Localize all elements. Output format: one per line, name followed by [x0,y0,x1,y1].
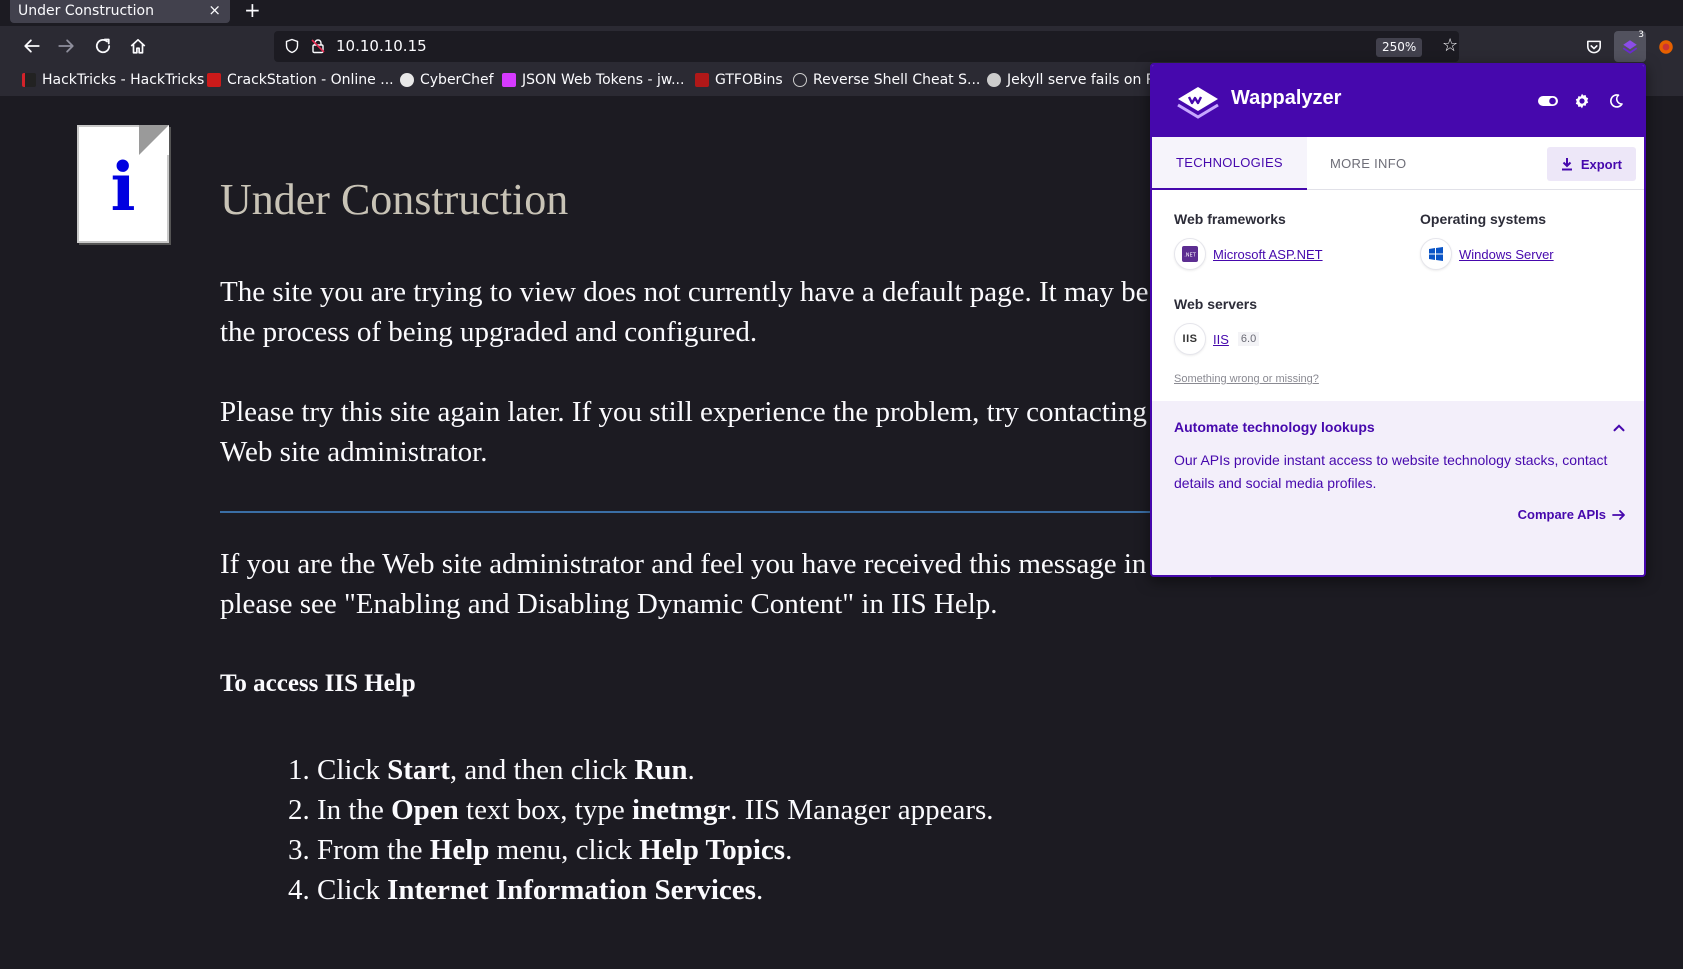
insecure-lock-icon[interactable] [310,38,326,54]
arrow-left-icon [24,39,40,53]
back-button[interactable] [20,34,44,58]
reload-button[interactable] [91,34,115,58]
bookmark-star-icon[interactable]: ☆ [1442,37,1458,55]
pocket-icon [1587,40,1601,53]
bookmark-hacktricks[interactable]: HackTricks - HackTricks [22,72,204,88]
navigation-toolbar: 10.10.10.15 250% ☆ 3 [0,26,1683,66]
tab-more-info[interactable]: MORE INFO [1330,137,1406,190]
tech-windows-server: Windows Server [1420,238,1554,270]
zoom-level-badge[interactable]: 250% [1376,38,1423,57]
tab-title: Under Construction [18,3,154,19]
export-label: Export [1580,156,1622,172]
dark-mode-button[interactable] [1604,89,1628,113]
list-item: 2. In the Open text box, type inetmgr. I… [288,794,994,826]
bookmark-jwt[interactable]: JSON Web Tokens - jw... [502,72,684,88]
page-title: Under Construction [220,175,569,224]
category-web-frameworks: Web frameworks [1174,211,1286,227]
arrow-right-icon [1612,509,1625,520]
iis-icon: IIS [1174,323,1206,355]
home-button[interactable] [126,34,150,58]
bookmark-gtfobins[interactable]: GTFOBins [695,72,783,88]
info-document-icon: i [77,125,169,243]
crackstation-favicon [207,73,221,87]
url-text[interactable]: 10.10.10.15 [336,37,427,55]
forward-button[interactable] [54,34,78,58]
something-wrong-link[interactable]: Something wrong or missing? [1174,373,1319,385]
bookmark-crackstation[interactable]: CrackStation - Online ... [207,72,394,88]
wappalyzer-popup: Wappalyzer TECHNOLOGIES MORE INFO Export… [1150,63,1646,577]
compare-apis-label: Compare APIs [1517,507,1606,522]
category-web-servers: Web servers [1174,296,1258,312]
tab-strip: Under Construction × + [0,0,1683,26]
tech-iis: IIS IIS 6.0 [1174,323,1260,355]
hacktricks-favicon [22,73,36,87]
globe-icon [793,73,807,87]
export-button[interactable]: Export [1546,147,1636,181]
home-icon [130,38,146,54]
wappalyzer-brand: Wappalyzer [1231,87,1342,109]
tracking-shield-icon[interactable] [284,38,300,54]
wappalyzer-icon [1622,39,1638,54]
close-tab-icon[interactable]: × [208,1,221,19]
reload-icon [95,38,111,54]
wappalyzer-header: Wappalyzer [1152,65,1644,137]
help-heading: To access IIS Help [220,670,416,697]
help-steps-list: 1. Click Start, and then click Run. 2. I… [288,750,994,910]
page-paragraph-3: If you are the Web site administrator an… [220,548,1217,620]
cyberchef-favicon [400,73,414,87]
bookmark-cyberchef[interactable]: CyberChef [400,72,494,88]
svg-text:.NET: .NET [1184,253,1196,259]
automate-panel: Automate technology lookups Our APIs pro… [1152,401,1644,575]
windows-icon [1420,238,1452,270]
url-bar[interactable]: 10.10.10.15 250% ☆ [274,31,1459,62]
tech-version: 6.0 [1237,332,1260,346]
gear-icon [1575,93,1589,109]
toggle-button[interactable] [1536,89,1560,113]
wappalyzer-tabs: TECHNOLOGIES MORE INFO Export [1152,137,1644,190]
toggle-icon [1538,96,1558,106]
pocket-button[interactable] [1578,31,1610,62]
download-icon [1561,158,1572,171]
list-item: 4. Click Internet Information Services. [288,874,764,906]
bookmark-jekyll[interactable]: Jekyll serve fails on Ru [987,72,1164,88]
tech-link-windows-server[interactable]: Windows Server [1459,247,1554,262]
extension-button[interactable] [1650,31,1682,62]
tech-link-aspnet[interactable]: Microsoft ASP.NET [1213,247,1323,262]
chevron-up-icon[interactable] [1610,419,1628,437]
list-item: 1. Click Start, and then click Run. [288,754,695,786]
new-tab-button[interactable]: + [244,0,261,22]
list-item: 3. From the Help menu, click Help Topics… [288,834,793,866]
automate-title: Automate technology lookups [1174,419,1375,435]
jwt-favicon [502,73,516,87]
fox-extension-icon [1659,39,1673,54]
github-icon [987,73,1001,87]
wappalyzer-logo-icon [1177,87,1219,119]
wappalyzer-extension-button[interactable]: 3 [1614,30,1646,62]
page-paragraph-1: The site you are trying to view does not… [220,276,1179,348]
compare-apis-link[interactable]: Compare APIs [1518,507,1626,522]
bookmark-reverse-shell[interactable]: Reverse Shell Cheat S... [793,72,980,88]
category-operating-systems: Operating systems [1420,211,1547,227]
automate-text: Our APIs provide instant access to websi… [1174,452,1608,491]
extension-count-badge: 3 [1638,30,1644,40]
divider [220,511,1220,513]
tech-aspnet: .NET Microsoft ASP.NET [1174,238,1323,270]
arrow-right-icon [58,39,74,53]
gtfobins-favicon [695,73,709,87]
page-paragraph-2: Please try this site again later. If you… [220,396,1190,468]
tech-link-iis[interactable]: IIS [1213,332,1229,347]
active-tab[interactable]: Under Construction × [10,0,230,23]
moon-icon [1610,94,1623,108]
aspnet-icon: .NET [1174,238,1206,270]
tab-technologies[interactable]: TECHNOLOGIES [1152,137,1307,190]
settings-button[interactable] [1570,89,1594,113]
